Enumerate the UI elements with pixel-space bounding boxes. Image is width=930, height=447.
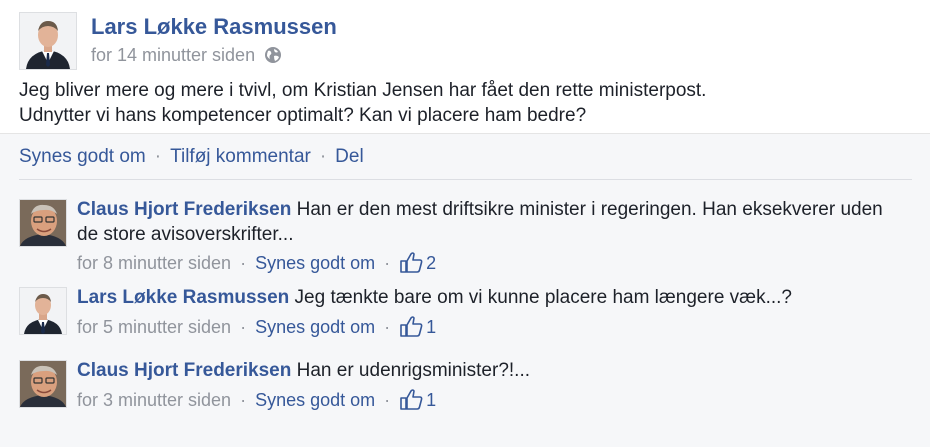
comment-body: Claus Hjort Frederiksen Han er den mest … <box>77 197 907 247</box>
post-text-line: Udnytter vi hans kompetencer optimalt? K… <box>19 105 587 126</box>
comment-like-button[interactable]: Synes godt om <box>255 390 375 410</box>
comment: Claus Hjort Frederiksen Han er udenrigsm… <box>19 360 912 414</box>
like-button[interactable]: Synes godt om <box>19 146 146 167</box>
commenter-avatar[interactable] <box>19 360 67 408</box>
commenter-avatar[interactable] <box>19 199 67 247</box>
post-timestamp[interactable]: for 14 minutter siden <box>91 45 255 65</box>
comment-like-count[interactable]: 1 <box>399 316 437 337</box>
share-button[interactable]: Del <box>335 146 364 167</box>
globe-icon[interactable] <box>264 46 282 69</box>
post-text: Jeg bliver mere og mere i tvivl, om Kris… <box>19 78 909 128</box>
comment-text: Jeg tænkte bare om vi kunne placere ham … <box>294 287 792 308</box>
thumbs-up-icon <box>399 315 423 342</box>
comment: Lars Løkke Rasmussen Jeg tænkte bare om … <box>19 287 912 341</box>
like-count-value: 1 <box>426 317 437 337</box>
meta-separator: · <box>240 390 247 410</box>
comment-timestamp[interactable]: for 8 minutter siden <box>77 253 231 273</box>
like-count-value: 1 <box>426 390 437 410</box>
meta-separator: · <box>240 317 247 337</box>
comment-timestamp[interactable]: for 5 minutter siden <box>77 317 231 337</box>
post-actions: Synes godt om · Tilføj kommentar · Del <box>19 146 364 168</box>
comment-meta: for 8 minutter siden · Synes godt om · 2 <box>77 251 436 278</box>
meta-separator: · <box>384 253 391 273</box>
comment-author[interactable]: Claus Hjort Frederiksen <box>77 199 291 220</box>
like-count-value: 2 <box>426 253 437 273</box>
divider <box>19 179 912 180</box>
action-separator: · <box>154 146 162 167</box>
comment-body: Claus Hjort Frederiksen Han er udenrigsm… <box>77 358 907 383</box>
facebook-post: Lars Løkke Rasmussen for 14 minutter sid… <box>0 0 930 447</box>
comment: Claus Hjort Frederiksen Han er den mest … <box>19 197 912 273</box>
comment-timestamp[interactable]: for 3 minutter siden <box>77 390 231 410</box>
meta-separator: · <box>384 317 391 337</box>
post-text-line: Jeg bliver mere og mere i tvivl, om Kris… <box>19 80 707 101</box>
comment-author[interactable]: Lars Løkke Rasmussen <box>77 287 289 308</box>
comment-body: Lars Løkke Rasmussen Jeg tænkte bare om … <box>77 285 907 310</box>
feedback-section: Synes godt om · Tilføj kommentar · Del Claus… <box>0 133 930 447</box>
comment-meta: for 5 minutter siden · Synes godt om · 1 <box>77 315 436 342</box>
comment-like-count[interactable]: 2 <box>399 252 437 273</box>
comment-like-button[interactable]: Synes godt om <box>255 253 375 273</box>
comment-text: Han er udenrigsminister?!... <box>296 360 531 381</box>
thumbs-up-icon <box>399 251 423 278</box>
author-avatar[interactable] <box>19 12 77 70</box>
comment-meta: for 3 minutter siden · Synes godt om · 1 <box>77 388 436 415</box>
comment-author[interactable]: Claus Hjort Frederiksen <box>77 360 291 381</box>
add-comment-button[interactable]: Tilføj kommentar <box>170 146 311 167</box>
post-meta: for 14 minutter siden <box>91 45 282 69</box>
commenter-avatar[interactable] <box>19 287 67 335</box>
action-separator: · <box>319 146 327 167</box>
comment-like-count[interactable]: 1 <box>399 389 437 410</box>
post-author-name[interactable]: Lars Løkke Rasmussen <box>91 14 337 40</box>
meta-separator: · <box>384 390 391 410</box>
thumbs-up-icon <box>399 388 423 415</box>
comment-like-button[interactable]: Synes godt om <box>255 317 375 337</box>
meta-separator: · <box>240 253 247 273</box>
